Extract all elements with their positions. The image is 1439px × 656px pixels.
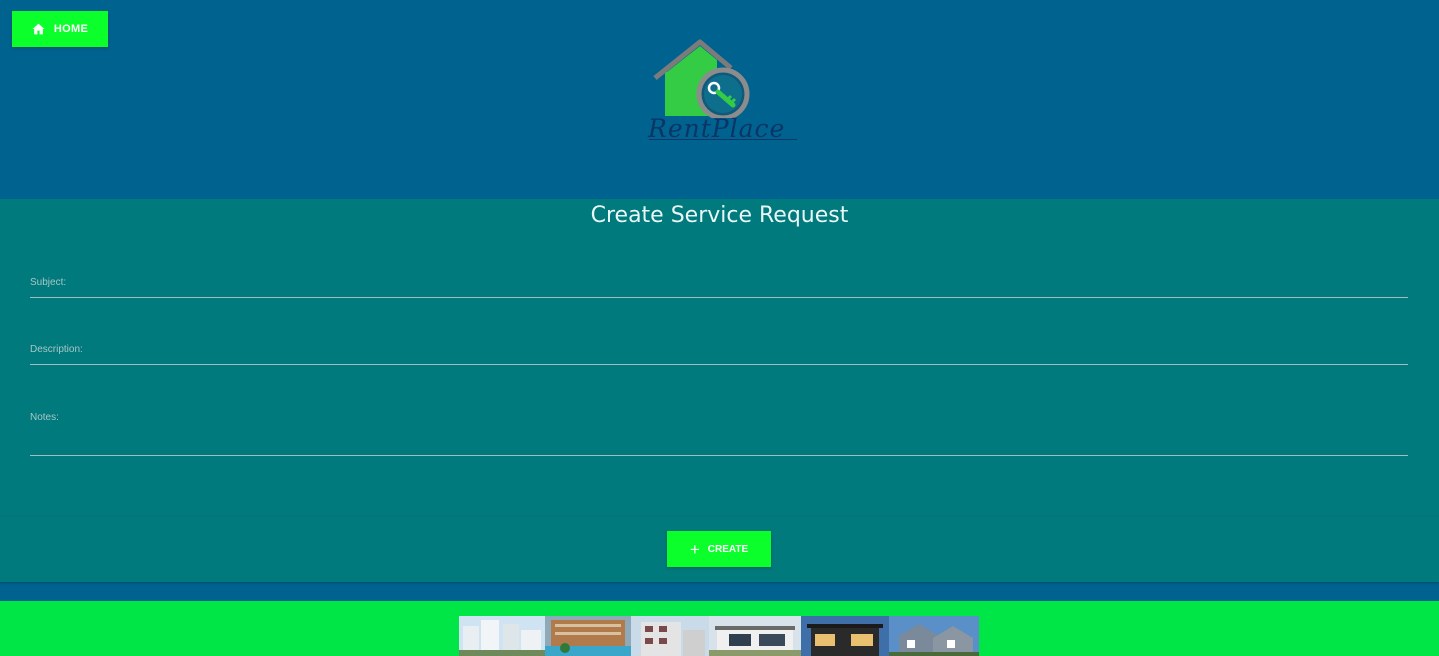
subject-field: Subject: xyxy=(30,277,1408,307)
home-button[interactable]: HOME xyxy=(12,11,108,47)
logo-underline xyxy=(649,139,797,140)
property-photos-banner xyxy=(459,616,979,656)
house-key-icon xyxy=(653,39,750,121)
create-button-label: CREATE xyxy=(707,543,749,555)
service-request-form: Create Service Request Subject: Descript… xyxy=(0,199,1439,516)
modern-apartment-image xyxy=(631,616,709,656)
subject-underline xyxy=(30,297,1408,298)
create-button[interactable]: + CREATE xyxy=(667,531,771,567)
notes-label: Notes: xyxy=(30,412,59,423)
plus-icon: + xyxy=(689,539,700,559)
header: HOME RentPlace xyxy=(0,0,1439,199)
description-underline xyxy=(30,364,1408,365)
luxury-house-image xyxy=(801,616,889,656)
notes-underline xyxy=(30,455,1408,456)
notes-input[interactable] xyxy=(30,426,1408,448)
resort-apartments-image xyxy=(545,616,631,656)
footer xyxy=(0,601,1439,656)
subject-input[interactable] xyxy=(30,285,1408,307)
home-button-label: HOME xyxy=(53,23,89,35)
suburban-house-image xyxy=(889,616,979,656)
description-input[interactable] xyxy=(30,352,1408,374)
notes-field: Notes: xyxy=(30,412,1408,456)
description-field: Description: xyxy=(30,344,1408,374)
form-actions: + CREATE xyxy=(0,516,1439,582)
form-title: Create Service Request xyxy=(590,203,849,228)
rentplace-logo: RentPlace xyxy=(645,38,805,144)
contemporary-house-image xyxy=(709,616,801,656)
apartment-towers-image xyxy=(459,616,545,656)
home-icon xyxy=(32,23,45,35)
